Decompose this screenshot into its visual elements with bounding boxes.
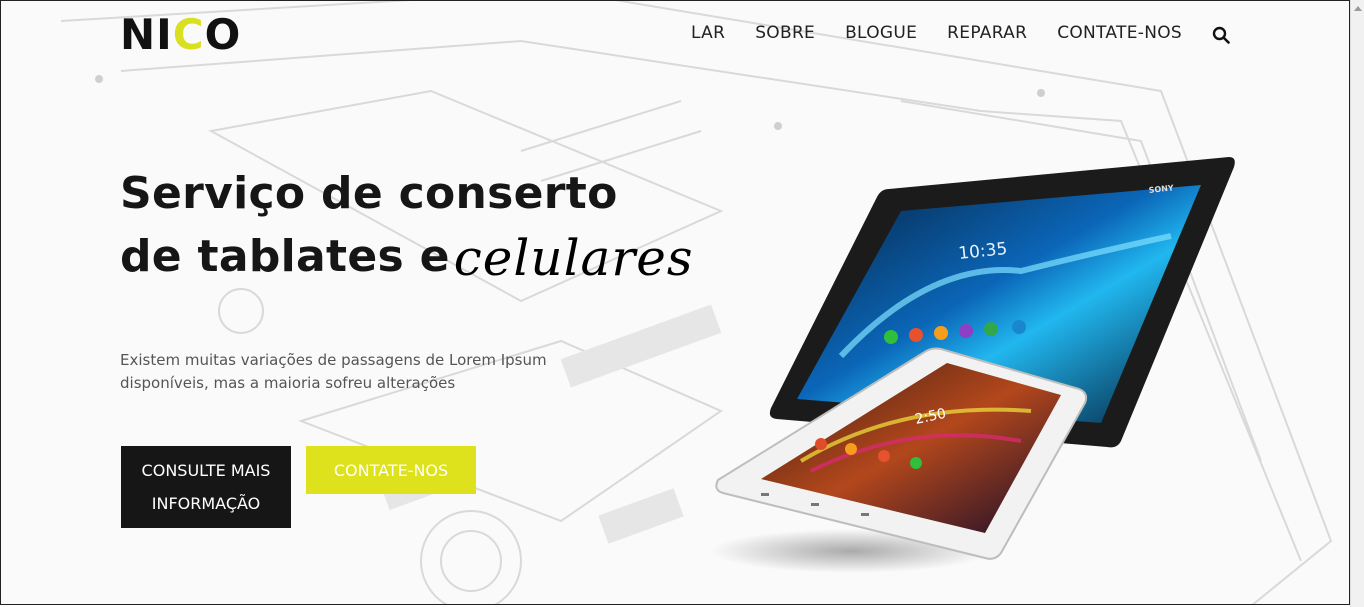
hero-description: Existem muitas variações de passagens de…	[120, 351, 547, 392]
phone: 2:50	[715, 347, 1088, 560]
nav-item-lar[interactable]: LAR	[691, 23, 725, 43]
logo-accent-letter: C	[172, 10, 205, 59]
page-frame: NICO LAR SOBRE BLOGUE REPARAR CONTATE-NO…	[0, 0, 1350, 605]
main-nav: LAR SOBRE BLOGUE REPARAR CONTATE-NOS	[691, 23, 1182, 43]
hero-title-highlight: celulares	[453, 229, 694, 287]
more-info-button[interactable]: CONSULTE MAIS INFORMAÇÃO	[121, 446, 291, 528]
hero-title-line2: de tablates ecelulares	[120, 224, 694, 287]
logo-text: NI	[120, 10, 173, 59]
scroll-up-arrow-icon[interactable]	[1354, 6, 1362, 11]
hero-title: Serviço de conserto de tablates ecelular…	[120, 164, 694, 287]
vertical-scrollbar[interactable]	[1350, 0, 1364, 607]
devices-image: 10:35 SONY 2:50	[711, 157, 1235, 573]
logo-text-end: O	[204, 10, 242, 59]
logo[interactable]: NICO	[120, 11, 241, 59]
nav-item-blogue[interactable]: BLOGUE	[845, 23, 917, 43]
hero-title-line1: Serviço de conserto	[120, 168, 618, 219]
hero-title-line2-text: de tablates e	[120, 231, 450, 282]
search-icon[interactable]	[1212, 26, 1230, 44]
nav-item-reparar[interactable]: REPARAR	[947, 23, 1027, 43]
nav-item-sobre[interactable]: SOBRE	[755, 23, 815, 43]
contact-button[interactable]: CONTATE-NOS	[306, 446, 476, 494]
nav-item-contate-nos[interactable]: CONTATE-NOS	[1057, 23, 1182, 43]
